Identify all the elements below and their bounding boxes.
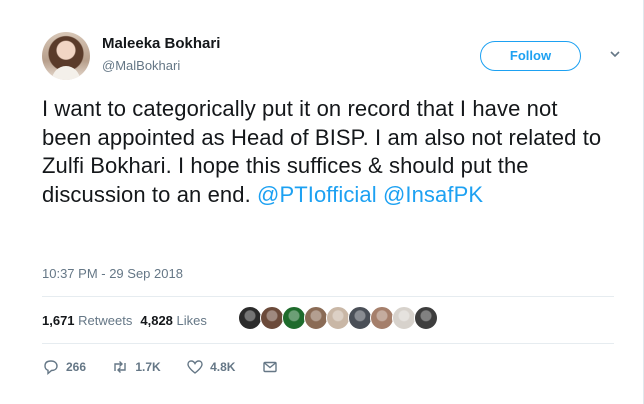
- author-avatar[interactable]: [42, 32, 90, 80]
- liker-avatars: [238, 306, 438, 332]
- retweet-stat-label: Retweets: [78, 313, 133, 328]
- like-stat-count: 4,828: [140, 313, 173, 328]
- mention-insafpk[interactable]: @InsafPK: [383, 182, 483, 207]
- liker-avatar[interactable]: [282, 306, 306, 330]
- heart-icon: [186, 358, 204, 376]
- tweet-timestamp[interactable]: 10:37 PM - 29 Sep 2018: [42, 266, 183, 281]
- retweet-icon: [111, 358, 129, 376]
- like-stat[interactable]: 4,828 Likes: [140, 313, 207, 328]
- direct-message-button[interactable]: [261, 358, 279, 376]
- reply-button[interactable]: 266: [42, 358, 86, 376]
- tweet-stats: 1,671 Retweets 4,828 Likes: [42, 313, 207, 328]
- liker-avatar[interactable]: [304, 306, 328, 330]
- envelope-icon: [261, 358, 279, 376]
- author-name[interactable]: Maleeka Bokhari: [102, 35, 220, 52]
- like-stat-label: Likes: [176, 313, 207, 328]
- tweet-header: Maleeka Bokhari @MalBokhari Follow: [42, 31, 621, 83]
- divider-bottom: [42, 343, 614, 344]
- mention-ptiofficial[interactable]: @PTIofficial: [257, 182, 377, 207]
- liker-avatar[interactable]: [348, 306, 372, 330]
- retweet-button[interactable]: 1.7K: [111, 358, 161, 376]
- author-handle[interactable]: @MalBokhari: [102, 58, 180, 73]
- divider-top: [42, 296, 614, 297]
- retweet-stat-count: 1,671: [42, 313, 75, 328]
- tweet-card: Maleeka Bokhari @MalBokhari Follow I wan…: [0, 0, 644, 404]
- follow-button[interactable]: Follow: [480, 41, 581, 71]
- liker-avatar[interactable]: [260, 306, 284, 330]
- tweet-text: I want to categorically put it on record…: [42, 95, 612, 209]
- liker-avatar[interactable]: [414, 306, 438, 330]
- liker-avatar[interactable]: [370, 306, 394, 330]
- liker-avatar[interactable]: [326, 306, 350, 330]
- chevron-down-icon[interactable]: [609, 48, 621, 60]
- retweet-stat[interactable]: 1,671 Retweets: [42, 313, 132, 328]
- like-button[interactable]: 4.8K: [186, 358, 235, 376]
- liker-avatar[interactable]: [238, 306, 262, 330]
- reply-count: 266: [66, 360, 87, 374]
- liker-avatar[interactable]: [392, 306, 416, 330]
- like-count: 4.8K: [210, 360, 236, 374]
- tweet-actions: 266 1.7K 4.8K: [42, 358, 301, 378]
- reply-icon: [42, 358, 60, 376]
- retweet-count: 1.7K: [135, 360, 161, 374]
